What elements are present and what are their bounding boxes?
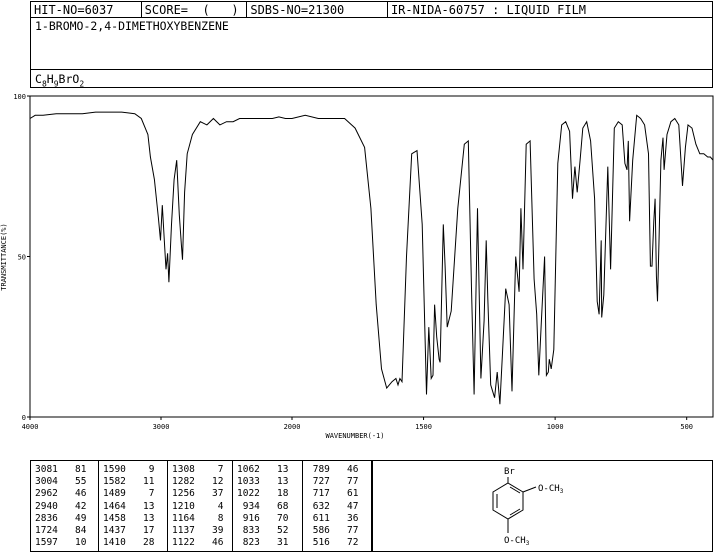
- x-axis: 4000 3000 2000 1500 1000 500: [22, 417, 693, 431]
- peak-row: 1437 17: [103, 525, 155, 537]
- x-tick-label: 3000: [153, 423, 170, 431]
- y-axis-label: TRANSMITTANCE(%): [0, 223, 8, 290]
- peak-row: 1590 9: [103, 464, 155, 475]
- peak-row: 1164 8: [172, 512, 224, 524]
- peak-row: 1410 28: [103, 537, 155, 549]
- peak-column: 1062 13 1033 13 1022 18 934 68 916 70 833 …: [233, 461, 303, 551]
- ortho-bond: [522, 486, 537, 493]
- x-tick-label: 500: [680, 423, 693, 431]
- peak-row: 1210 4: [172, 500, 224, 512]
- x-tick-label: 2000: [284, 423, 301, 431]
- peak-row: 934 68: [237, 500, 289, 512]
- peak-row: 611 36: [307, 512, 359, 524]
- peak-row: 2962 46: [35, 488, 87, 500]
- methoxy-label: O-CH3: [504, 536, 530, 547]
- bromine-label: Br: [504, 467, 515, 477]
- peak-row: 1137 39: [172, 525, 224, 537]
- peak-row: 1464 13: [103, 500, 155, 512]
- peak-row: 2940 42: [35, 500, 87, 512]
- x-tick-label: 1500: [415, 423, 432, 431]
- spectrum-line: [29, 111, 714, 405]
- x-axis-label: WAVENUMBER(-1): [325, 432, 384, 440]
- peak-row: 789 46: [307, 464, 359, 475]
- x-tick-label: 4000: [22, 423, 39, 431]
- peak-row: 1724 84: [35, 525, 87, 537]
- y-tick-label: 100: [13, 93, 26, 101]
- peak-row: 1122 46: [172, 537, 224, 549]
- peak-row: 586 77: [307, 525, 359, 537]
- peak-column: 1590 9 1582 11 1489 7 1464 13 1458 13 1437 17…: [99, 461, 168, 551]
- peak-row: 1582 11: [103, 476, 155, 488]
- peak-row: 1597 10: [35, 537, 87, 549]
- peak-table: 3081 81 3004 55 2962 46 2940 42 2836 49 1724 …: [30, 460, 372, 552]
- peak-row: 1256 37: [172, 488, 224, 500]
- molecule-structure: Br O-CH3 O-CH3: [492, 467, 564, 547]
- peak-row: 916 70: [237, 512, 289, 524]
- ring-double-bond: [509, 508, 521, 516]
- peak-row: 2836 49: [35, 512, 87, 524]
- x-tick-label: 1000: [547, 423, 564, 431]
- ring-double-bond: [509, 486, 521, 494]
- peak-row: 1458 13: [103, 512, 155, 524]
- peak-row: 3004 55: [35, 476, 87, 488]
- peak-row: 1033 13: [237, 476, 289, 488]
- peak-row: 727 77: [307, 476, 359, 488]
- peak-row: 3081 81: [35, 464, 87, 475]
- ir-spectrum-chart: 100500 4000 3000 2000 1500 1000 500 WAVENUMBE…: [0, 93, 714, 440]
- peak-row: 717 61: [307, 488, 359, 500]
- peak-row: 823 31: [237, 537, 289, 549]
- peak-row: 1022 18: [237, 488, 289, 500]
- peak-row: 1062 13: [237, 464, 289, 475]
- peak-row: 1308 7: [172, 464, 224, 475]
- peak-row: 516 72: [307, 537, 359, 549]
- peak-column: 789 46 727 77 717 61 632 47 611 36 586 7…: [303, 461, 371, 551]
- y-axis: 100 50 0: [13, 93, 30, 422]
- peak-column: 3081 81 3004 55 2962 46 2940 42 2836 49 1724 …: [31, 461, 99, 551]
- peak-row: 833 52: [237, 525, 289, 537]
- peak-column: 1308 7 1282 12 1256 37 1210 4 1164 8 1137 39 1…: [168, 461, 233, 551]
- methoxy-label: O-CH3: [538, 484, 564, 495]
- y-tick-label: 50: [18, 254, 26, 262]
- structure-panel: Br O-CH3 O-CH3: [372, 460, 713, 552]
- peak-row: 632 47: [307, 500, 359, 512]
- y-tick-label: 0: [22, 414, 26, 422]
- peak-row: 1282 12: [172, 476, 224, 488]
- peak-row: 1489 7: [103, 488, 155, 500]
